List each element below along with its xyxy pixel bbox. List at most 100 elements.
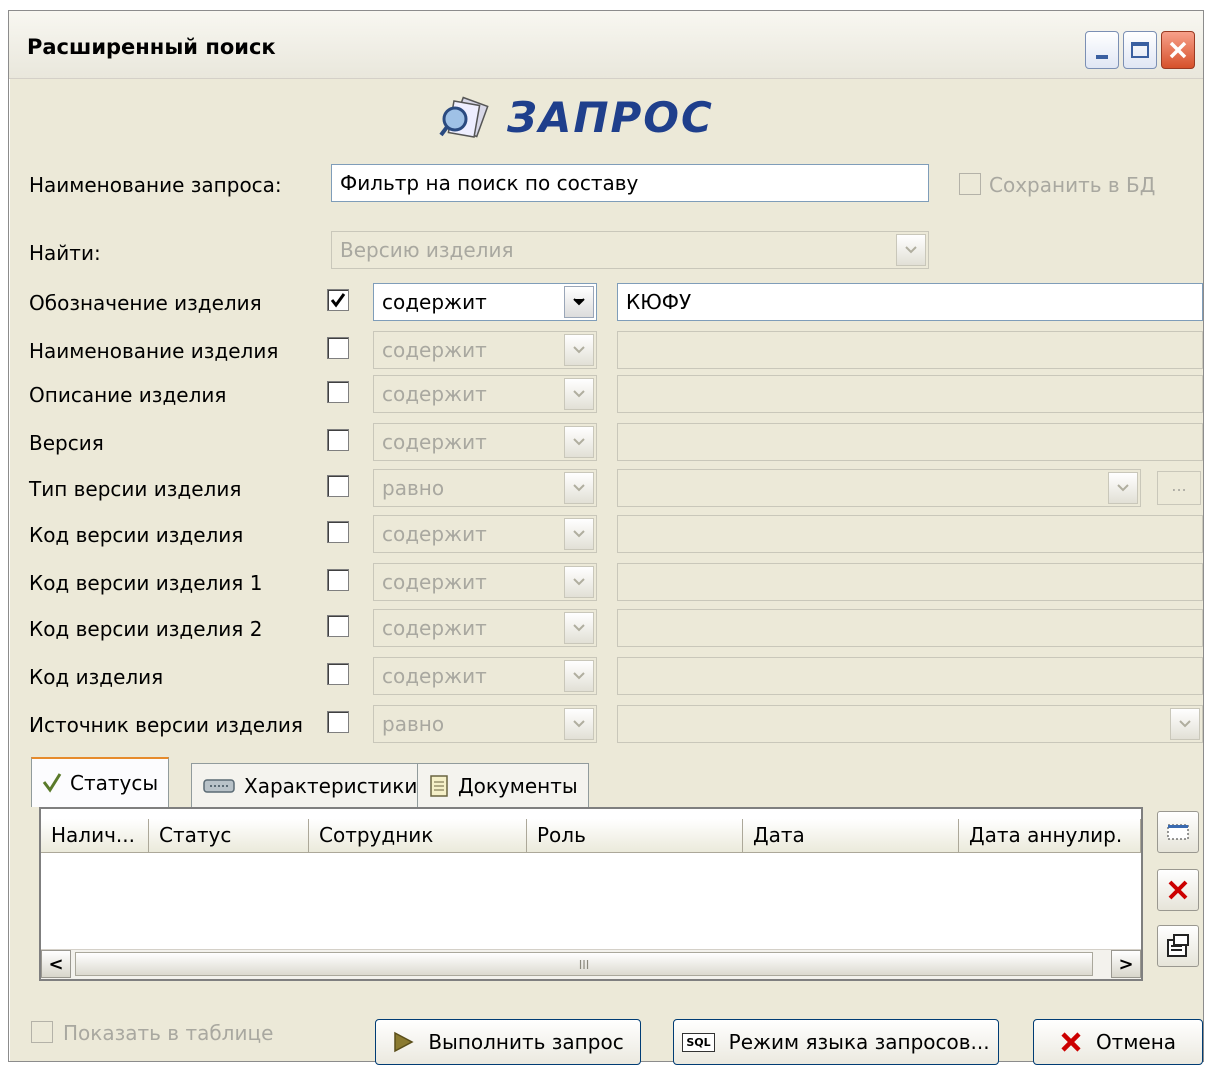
criteria-operator-select[interactable]: содержит (373, 515, 597, 553)
criteria-label: Код версии изделия 2 (29, 617, 263, 641)
criteria-operator-select[interactable]: содержит (373, 375, 597, 413)
query-name-input[interactable]: Фильтр на поиск по составу (331, 164, 929, 202)
criteria-value-input[interactable]: КЮФУ (617, 283, 1203, 321)
criteria-checkbox[interactable] (327, 569, 349, 591)
criteria-label: Тип версии изделия (29, 477, 242, 501)
operator-dropdown-arrow[interactable] (564, 660, 594, 692)
criteria-checkbox[interactable] (327, 289, 349, 311)
operator-dropdown-arrow[interactable] (564, 426, 594, 458)
advanced-search-window: Расширенный поиск ЗАПРОС Наименование за… (8, 10, 1204, 1065)
close-icon (1169, 41, 1187, 59)
criteria-value-input[interactable] (617, 563, 1203, 601)
execute-query-button[interactable]: Выполнить запрос (375, 1019, 641, 1065)
scroll-thumb[interactable]: III (75, 952, 1093, 976)
cancel-button[interactable]: Отмена (1033, 1019, 1203, 1065)
column-header-cancel-date[interactable]: Дата аннулир. (959, 819, 1141, 853)
scroll-right-icon: > (1118, 953, 1134, 975)
criteria-operator-value: содержит (382, 338, 487, 362)
criteria-operator-select[interactable]: равно (373, 705, 597, 743)
value-dropdown-arrow[interactable] (1170, 708, 1200, 740)
close-button[interactable] (1161, 31, 1195, 69)
chevron-down-icon (573, 390, 585, 398)
value-dropdown-arrow[interactable] (1108, 472, 1138, 504)
column-header-employee[interactable]: Сотрудник (309, 819, 527, 853)
scroll-left-button[interactable]: < (41, 950, 71, 978)
criteria-label: Версия (29, 431, 104, 455)
criteria-label: Обозначение изделия (29, 291, 262, 315)
add-row-button[interactable] (1157, 811, 1199, 853)
criteria-value-input[interactable] (617, 375, 1203, 413)
criteria-value-input[interactable] (617, 657, 1203, 695)
minimize-button[interactable] (1085, 31, 1119, 69)
criteria-checkbox[interactable] (327, 475, 349, 497)
find-select[interactable]: Версию изделия (331, 231, 929, 269)
criteria-label: Код изделия (29, 665, 164, 689)
criteria-operator-select[interactable]: содержит (373, 423, 597, 461)
criteria-operator-value: содержит (382, 570, 487, 594)
tab-documents-label: Документы (458, 773, 578, 798)
column-header-date[interactable]: Дата (743, 819, 959, 853)
criteria-operator-select[interactable]: содержит (373, 283, 597, 321)
criteria-checkbox[interactable] (327, 337, 349, 359)
operator-dropdown-arrow[interactable] (564, 286, 594, 318)
cancel-label: Отмена (1095, 1030, 1177, 1054)
find-label: Найти: (29, 241, 101, 265)
criteria-checkbox[interactable] (327, 429, 349, 451)
criteria-checkbox[interactable] (327, 711, 349, 733)
criteria-value-input[interactable] (617, 609, 1203, 647)
minimize-icon (1096, 55, 1108, 59)
new-row-icon (1167, 824, 1189, 840)
criteria-operator-select[interactable]: содержит (373, 609, 597, 647)
criteria-operator-select[interactable]: равно (373, 469, 597, 507)
criteria-value-input[interactable] (617, 331, 1203, 369)
column-header-presence[interactable]: Налич... (41, 819, 149, 853)
criteria-label: Код версии изделия 1 (29, 571, 263, 595)
save-db-checkbox[interactable] (959, 173, 981, 195)
criteria-operator-select[interactable]: содержит (373, 657, 597, 695)
tab-statuses[interactable]: Статусы (31, 757, 170, 807)
query-language-button[interactable]: SQL Режим языка запросов... (673, 1019, 999, 1065)
horizontal-scrollbar[interactable]: < III > (41, 949, 1141, 979)
criteria-operator-select[interactable]: содержит (373, 563, 597, 601)
criteria-value-input[interactable] (617, 515, 1203, 553)
sql-icon: SQL (682, 1032, 715, 1052)
criteria-checkbox[interactable] (327, 663, 349, 685)
tab-characteristics[interactable]: Характеристики (191, 763, 429, 807)
properties-button[interactable] (1157, 925, 1199, 967)
operator-dropdown-arrow[interactable] (564, 472, 594, 504)
criteria-value-input[interactable] (617, 423, 1203, 461)
browse-button[interactable]: ... (1157, 471, 1201, 505)
operator-dropdown-arrow[interactable] (564, 518, 594, 550)
delete-row-button[interactable] (1157, 869, 1199, 911)
operator-dropdown-arrow[interactable] (564, 566, 594, 598)
operator-dropdown-arrow[interactable] (564, 378, 594, 410)
criteria-value-select[interactable] (617, 705, 1203, 743)
criteria-operator-value: содержит (382, 290, 487, 314)
maximize-button[interactable] (1123, 31, 1157, 69)
checkmark-icon (330, 293, 346, 308)
scroll-right-button[interactable]: > (1111, 950, 1141, 978)
column-header-role[interactable]: Роль (527, 819, 743, 853)
criteria-value-select[interactable] (617, 469, 1141, 507)
statuses-table[interactable]: Налич... Статус Сотрудник Роль Дата Дата… (39, 807, 1143, 981)
chevron-down-icon (1179, 720, 1191, 728)
criteria-checkbox[interactable] (327, 615, 349, 637)
window-title: Расширенный поиск (27, 35, 276, 59)
execute-query-label: Выполнить запрос (428, 1030, 624, 1054)
operator-dropdown-arrow[interactable] (564, 612, 594, 644)
scroll-grip: III (578, 958, 590, 972)
operator-dropdown-arrow[interactable] (564, 334, 594, 366)
title-bar[interactable]: Расширенный поиск (9, 11, 1203, 79)
show-in-table-checkbox[interactable] (31, 1021, 53, 1043)
criteria-checkbox[interactable] (327, 381, 349, 403)
find-select-arrow[interactable] (896, 234, 926, 266)
query-icon (439, 96, 489, 138)
scroll-left-icon: < (48, 953, 64, 975)
query-header: ЗАПРОС (439, 93, 714, 142)
tab-documents[interactable]: Документы (417, 763, 589, 807)
column-header-status[interactable]: Статус (149, 819, 309, 853)
criteria-checkbox[interactable] (327, 521, 349, 543)
chevron-down-icon (573, 720, 585, 728)
criteria-operator-select[interactable]: содержит (373, 331, 597, 369)
operator-dropdown-arrow[interactable] (564, 708, 594, 740)
